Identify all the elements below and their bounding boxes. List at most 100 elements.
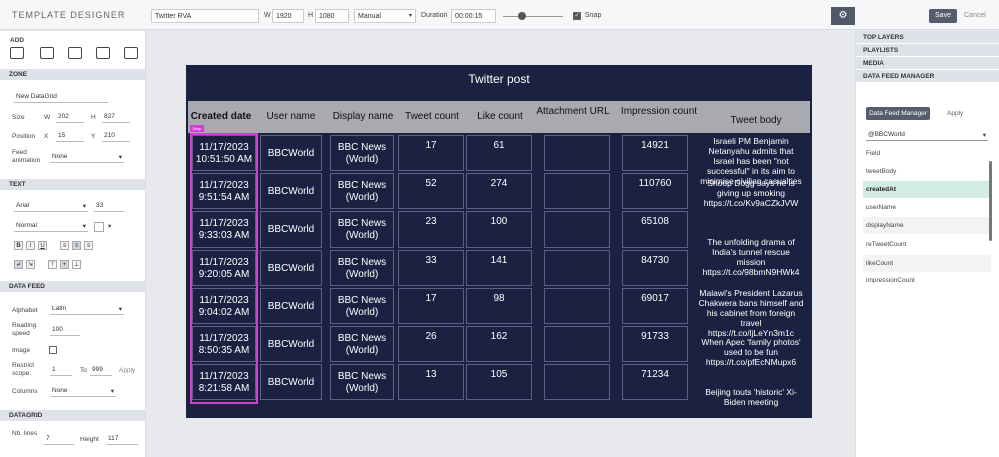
zone-name-input[interactable]: New DataGrid	[14, 92, 108, 103]
header-impression-count[interactable]: Impression count	[618, 101, 700, 133]
text-color-swatch[interactable]	[94, 222, 104, 232]
cell-tweet-count: 23	[398, 211, 464, 248]
nb-lines-input[interactable]: 7	[44, 434, 74, 445]
underline-button[interactable]: U	[38, 241, 47, 250]
tweet-body-3: The unfolding drama of India's tunnel re…	[702, 237, 800, 277]
field-header: Field	[866, 150, 881, 157]
cell-text: BBC News	[337, 294, 387, 306]
font-select[interactable]: Arial ▾	[14, 201, 88, 212]
cell-text: 69017	[641, 292, 669, 304]
text-shrink-icon[interactable]: ⇲	[26, 260, 35, 269]
cell-text: BBCWorld	[267, 339, 315, 350]
field-item-createdat[interactable]: createdAt	[863, 181, 991, 198]
cell-user-name: BBCWorld	[260, 173, 322, 210]
playlists-header[interactable]: PLAYLISTS	[856, 44, 999, 57]
shape-icon[interactable]	[40, 47, 54, 59]
grid-icon[interactable]	[124, 47, 138, 59]
right-panel: TOP LAYERS PLAYLISTS MEDIA DATA FEED MAN…	[855, 31, 999, 457]
cell-text: 17	[425, 292, 437, 304]
cell-impression-count: 69017	[622, 287, 688, 324]
cell-text: BBCWorld	[267, 148, 315, 159]
header-tweet-count[interactable]: Tweet count	[400, 101, 464, 133]
text-zone-icon[interactable]	[10, 47, 24, 59]
cell-display-name: BBC News (World)	[330, 249, 394, 286]
header-user-name[interactable]: User name	[260, 101, 322, 133]
calendar-icon[interactable]	[68, 47, 82, 59]
cell-text: 141	[490, 254, 508, 266]
settings-button[interactable]: ⚙	[831, 7, 855, 25]
cell-display-name: BBC News (World)	[330, 211, 394, 248]
width-label: W	[264, 12, 271, 19]
italic-button[interactable]: I	[26, 241, 35, 250]
position-x-input[interactable]: 15	[56, 131, 84, 142]
field-list-scrollbar[interactable]	[989, 161, 992, 241]
size-w-input[interactable]: 202	[56, 112, 84, 123]
bold-button[interactable]: B	[14, 241, 23, 250]
header-attachment-url[interactable]: Attachment URL	[532, 101, 614, 133]
selected-column-outline[interactable]	[190, 133, 258, 404]
text-wrap-icon[interactable]: ↲	[14, 260, 23, 269]
duration-slider[interactable]	[503, 16, 563, 17]
feed-value: @BBCWorld	[868, 131, 905, 138]
valign-top-icon[interactable]: ⊤	[48, 260, 57, 269]
save-button[interactable]: Save	[929, 9, 957, 23]
mode-select[interactable]: Manual ▾	[354, 9, 416, 23]
snap-label: Snap	[585, 12, 602, 19]
valign-bottom-icon[interactable]: ⊥	[72, 260, 81, 269]
nb-lines-label: Nb. lines	[12, 430, 38, 437]
field-item-retweetcount[interactable]: reTweetCount	[863, 236, 991, 253]
field-item-username[interactable]: userName	[863, 199, 991, 216]
position-y-input[interactable]: 210	[102, 131, 130, 142]
grid-height-input[interactable]: 117	[106, 434, 138, 445]
cell-impression-count: 65108	[622, 211, 688, 248]
tweet-body-4: Malawi's President Lazarus Chakwera bans…	[698, 288, 804, 338]
font-style-select[interactable]: Normal ▾	[14, 221, 88, 232]
header-tweet-body[interactable]: Tweet body	[704, 101, 808, 133]
field-item-displayname[interactable]: displayName	[863, 217, 991, 234]
template-canvas[interactable]: Twitter post Created date User name Disp…	[186, 65, 812, 418]
field-item-impressioncount[interactable]: impressionCount	[863, 274, 991, 283]
cell-attachment-url	[544, 249, 610, 286]
duration-input[interactable]: 00:00:15	[451, 9, 496, 23]
cell-display-name: BBC News (World)	[330, 326, 394, 363]
feed-select[interactable]: @BBCWorld ▾	[866, 129, 988, 141]
valign-middle-icon[interactable]: +	[60, 260, 69, 269]
restrict-to-input[interactable]: 999	[90, 365, 112, 376]
cell-text: 14921	[641, 140, 669, 151]
restrict-apply-button[interactable]: Apply	[119, 367, 135, 374]
align-left-icon[interactable]: ≡	[60, 241, 69, 250]
tab-apply[interactable]: Apply	[947, 110, 963, 117]
cell-attachment-url	[544, 287, 610, 324]
restrict-from-input[interactable]: 1	[50, 365, 72, 376]
canvas-title[interactable]: Twitter post	[186, 72, 812, 86]
field-item-tweetbody[interactable]: tweetBody	[863, 163, 991, 180]
alphabet-select[interactable]: Latin ▾	[50, 304, 124, 315]
feed-animation-select[interactable]: None ▾	[50, 152, 124, 163]
ticker-icon[interactable]	[96, 47, 110, 59]
field-item-likecount[interactable]: likeCount	[863, 255, 991, 272]
height-input[interactable]: 1080	[315, 9, 349, 23]
media-header[interactable]: MEDIA	[856, 57, 999, 70]
snap-checkbox[interactable]: ✓	[573, 12, 581, 20]
tab-data-feed-manager[interactable]: Data Feed Manager	[866, 107, 930, 120]
image-checkbox[interactable]	[49, 346, 57, 354]
width-input[interactable]: 1920	[272, 9, 304, 23]
header-like-count[interactable]: Like count	[468, 101, 532, 133]
data-feed-manager-header[interactable]: DATA FEED MANAGER	[856, 70, 999, 83]
columns-select[interactable]: None ▾	[50, 386, 116, 397]
header-display-name[interactable]: Display name	[328, 101, 398, 133]
chevron-down-icon: ▾	[118, 154, 122, 161]
tweet-body-6: Beijing touts 'historic' Xi-Biden meetin…	[705, 387, 797, 407]
cell-text: (World)	[345, 383, 379, 395]
font-size-input[interactable]: 33	[94, 201, 124, 212]
top-layers-header[interactable]: TOP LAYERS	[856, 31, 999, 44]
align-right-icon[interactable]: ≡	[84, 241, 93, 250]
size-h-input[interactable]: 827	[102, 112, 130, 123]
duration-label: Duration	[421, 12, 448, 19]
reading-speed-input[interactable]: 100	[50, 325, 80, 336]
cancel-button[interactable]: Cancel	[964, 12, 986, 19]
template-name-input[interactable]: Twitter RVA	[151, 9, 259, 23]
align-center-icon[interactable]: ≡	[72, 241, 81, 250]
chevron-down-icon: ▾	[82, 203, 86, 210]
slider-handle[interactable]	[518, 12, 526, 20]
